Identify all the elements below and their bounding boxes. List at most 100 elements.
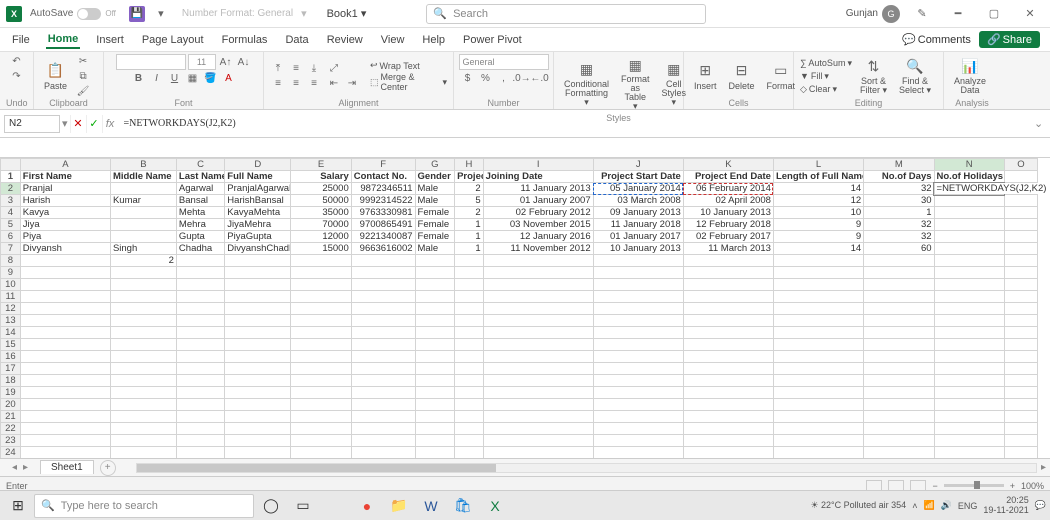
cell-I13[interactable]	[483, 315, 593, 327]
row-header-18[interactable]: 18	[1, 375, 21, 387]
cell-A1[interactable]: First Name	[20, 171, 110, 183]
cell-H19[interactable]	[455, 387, 484, 399]
tab-formulas[interactable]: Formulas	[220, 32, 270, 48]
cell-M18[interactable]	[864, 375, 934, 387]
cell-O12[interactable]	[1004, 303, 1037, 315]
cell-B11[interactable]	[110, 291, 176, 303]
row-header-17[interactable]: 17	[1, 363, 21, 375]
cell-D11[interactable]	[225, 291, 291, 303]
cell-I22[interactable]	[483, 423, 593, 435]
cell-G23[interactable]	[415, 435, 455, 447]
cell-I16[interactable]	[483, 351, 593, 363]
cell-N20[interactable]	[934, 399, 1004, 411]
cell-F11[interactable]	[351, 291, 415, 303]
cell-D17[interactable]	[225, 363, 291, 375]
paste-button[interactable]: 📋Paste	[40, 60, 71, 93]
cell-G3[interactable]: Male	[415, 195, 455, 207]
cell-B9[interactable]	[110, 267, 176, 279]
cell-O15[interactable]	[1004, 339, 1037, 351]
cell-M16[interactable]	[864, 351, 934, 363]
cell-K17[interactable]	[683, 363, 773, 375]
cell-N22[interactable]	[934, 423, 1004, 435]
cell-I12[interactable]	[483, 303, 593, 315]
cell-H6[interactable]: 1	[455, 231, 484, 243]
cell-C7[interactable]: Chadha	[176, 243, 224, 255]
cell-J10[interactable]	[593, 279, 683, 291]
cell-I3[interactable]: 01 January 2007	[483, 195, 593, 207]
cell-C9[interactable]	[176, 267, 224, 279]
cell-G8[interactable]	[415, 255, 455, 267]
increase-decimal[interactable]: .0→	[514, 71, 530, 85]
col-header-L[interactable]: L	[773, 159, 863, 171]
cell-K19[interactable]	[683, 387, 773, 399]
row-header-15[interactable]: 15	[1, 339, 21, 351]
cell-H5[interactable]: 1	[455, 219, 484, 231]
cell-A20[interactable]	[20, 399, 110, 411]
cell-K2[interactable]: 06 February 2014	[683, 183, 773, 195]
cell-E19[interactable]	[291, 387, 351, 399]
cell-H14[interactable]	[455, 327, 484, 339]
cut-button[interactable]: ✂	[75, 54, 91, 68]
cell-L9[interactable]	[773, 267, 863, 279]
cell-O19[interactable]	[1004, 387, 1037, 399]
cell-N3[interactable]	[934, 195, 1004, 207]
cell-K11[interactable]	[683, 291, 773, 303]
cell-E12[interactable]	[291, 303, 351, 315]
cell-L20[interactable]	[773, 399, 863, 411]
cell-N12[interactable]	[934, 303, 1004, 315]
clear-button[interactable]: ◇ Clear ▾	[800, 84, 852, 95]
cell-F2[interactable]: 9872346511	[351, 183, 415, 195]
cell-E17[interactable]	[291, 363, 351, 375]
cell-M22[interactable]	[864, 423, 934, 435]
cell-J16[interactable]	[593, 351, 683, 363]
cell-D23[interactable]	[225, 435, 291, 447]
cell-F23[interactable]	[351, 435, 415, 447]
cell-A3[interactable]: Harish	[20, 195, 110, 207]
col-header-E[interactable]: E	[291, 159, 351, 171]
cell-C23[interactable]	[176, 435, 224, 447]
cell-A18[interactable]	[20, 375, 110, 387]
cell-B16[interactable]	[110, 351, 176, 363]
cell-C15[interactable]	[176, 339, 224, 351]
cell-N6[interactable]	[934, 231, 1004, 243]
cell-B2[interactable]	[110, 183, 176, 195]
cell-E10[interactable]	[291, 279, 351, 291]
cell-O10[interactable]	[1004, 279, 1037, 291]
tab-page-layout[interactable]: Page Layout	[140, 32, 206, 48]
cell-G10[interactable]	[415, 279, 455, 291]
cell-C24[interactable]	[176, 447, 224, 459]
row-header-6[interactable]: 6	[1, 231, 21, 243]
cell-H24[interactable]	[455, 447, 484, 459]
close-button[interactable]: ✕	[1016, 4, 1044, 24]
cell-D1[interactable]: Full Name	[225, 171, 291, 183]
font-family-select[interactable]	[116, 54, 186, 70]
add-sheet-button[interactable]: +	[100, 460, 116, 476]
cell-J12[interactable]	[593, 303, 683, 315]
cell-B21[interactable]	[110, 411, 176, 423]
cell-L19[interactable]	[773, 387, 863, 399]
cell-J7[interactable]: 10 January 2013	[593, 243, 683, 255]
user-account[interactable]: Gunjan G	[846, 5, 900, 23]
cell-F6[interactable]: 9221340087	[351, 231, 415, 243]
cell-H1[interactable]: Projects	[455, 171, 484, 183]
autosum-button[interactable]: ∑ AutoSum ▾	[800, 58, 852, 69]
tab-insert[interactable]: Insert	[94, 32, 126, 48]
cell-B7[interactable]: Singh	[110, 243, 176, 255]
cortana-icon[interactable]: ▭	[288, 494, 318, 518]
cell-F18[interactable]	[351, 375, 415, 387]
cell-N16[interactable]	[934, 351, 1004, 363]
cell-D5[interactable]: JiyaMehra	[225, 219, 291, 231]
cell-M24[interactable]	[864, 447, 934, 459]
cell-N21[interactable]	[934, 411, 1004, 423]
border-button[interactable]: ▦	[185, 71, 201, 85]
weather-widget[interactable]: ☀ 22°C Polluted air 354	[810, 500, 906, 511]
cell-F7[interactable]: 9663616002	[351, 243, 415, 255]
cell-K5[interactable]: 12 February 2018	[683, 219, 773, 231]
cell-A7[interactable]: Divyansh	[20, 243, 110, 255]
cell-J23[interactable]	[593, 435, 683, 447]
cell-E6[interactable]: 12000	[291, 231, 351, 243]
cell-C3[interactable]: Bansal	[176, 195, 224, 207]
cell-D2[interactable]: PranjalAgarwal	[225, 183, 291, 195]
cell-C10[interactable]	[176, 279, 224, 291]
cell-K23[interactable]	[683, 435, 773, 447]
